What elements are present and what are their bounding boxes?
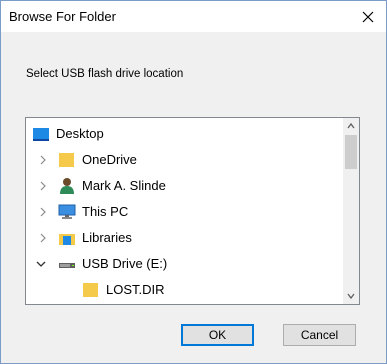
folder-icon: [83, 283, 98, 297]
close-icon: [362, 11, 374, 22]
usb-drive-icon: [59, 263, 75, 268]
folder-tree[interactable]: Desktop OneDrive Mark A. Slinde This PC …: [25, 117, 360, 305]
tree-item-onedrive[interactable]: OneDrive: [26, 147, 356, 173]
tree-item-label: LOST.DIR: [106, 282, 165, 297]
chevron-right-icon[interactable]: [37, 154, 49, 166]
tree-item-label: Desktop: [56, 126, 104, 141]
desktop-icon: [33, 128, 49, 141]
chevron-right-icon[interactable]: [37, 206, 49, 218]
tree-item-lost-dir[interactable]: LOST.DIR: [26, 277, 356, 303]
scroll-up-button[interactable]: [343, 118, 359, 134]
browse-for-folder-dialog: Browse For Folder Select USB flash drive…: [0, 0, 387, 364]
tree-item-user[interactable]: Mark A. Slinde: [26, 173, 356, 199]
chevron-right-icon[interactable]: [37, 232, 49, 244]
libraries-icon: [59, 234, 75, 245]
tree-item-libraries[interactable]: Libraries: [26, 225, 356, 251]
folder-icon: [59, 153, 74, 167]
tree-item-label: Libraries: [82, 230, 132, 245]
tree-item-label: This PC: [82, 204, 129, 219]
chevron-down-icon[interactable]: [35, 258, 47, 270]
tree-item-label: OneDrive: [82, 152, 137, 167]
window-title: Browse For Folder: [9, 9, 116, 24]
scroll-down-button[interactable]: [343, 288, 359, 304]
cancel-button[interactable]: Cancel: [283, 324, 356, 346]
title-bar: Browse For Folder: [1, 1, 386, 32]
ok-button[interactable]: OK: [181, 324, 254, 346]
close-button[interactable]: [350, 1, 386, 32]
vertical-scrollbar[interactable]: [343, 118, 359, 304]
tree-item-desktop[interactable]: Desktop: [26, 121, 356, 147]
computer-icon: [58, 204, 76, 219]
chevron-down-icon: [347, 293, 355, 300]
chevron-up-icon: [347, 122, 355, 129]
tree-item-label: Mark A. Slinde: [82, 178, 166, 193]
scrollbar-thumb[interactable]: [345, 135, 357, 169]
user-icon: [60, 178, 74, 194]
instruction-text: Select USB flash drive location: [26, 68, 184, 80]
tree-item-label: USB Drive (E:): [82, 256, 168, 271]
tree-item-this-pc[interactable]: This PC: [26, 199, 356, 225]
tree-item-usb-drive[interactable]: USB Drive (E:): [26, 251, 356, 277]
chevron-right-icon[interactable]: [37, 180, 49, 192]
